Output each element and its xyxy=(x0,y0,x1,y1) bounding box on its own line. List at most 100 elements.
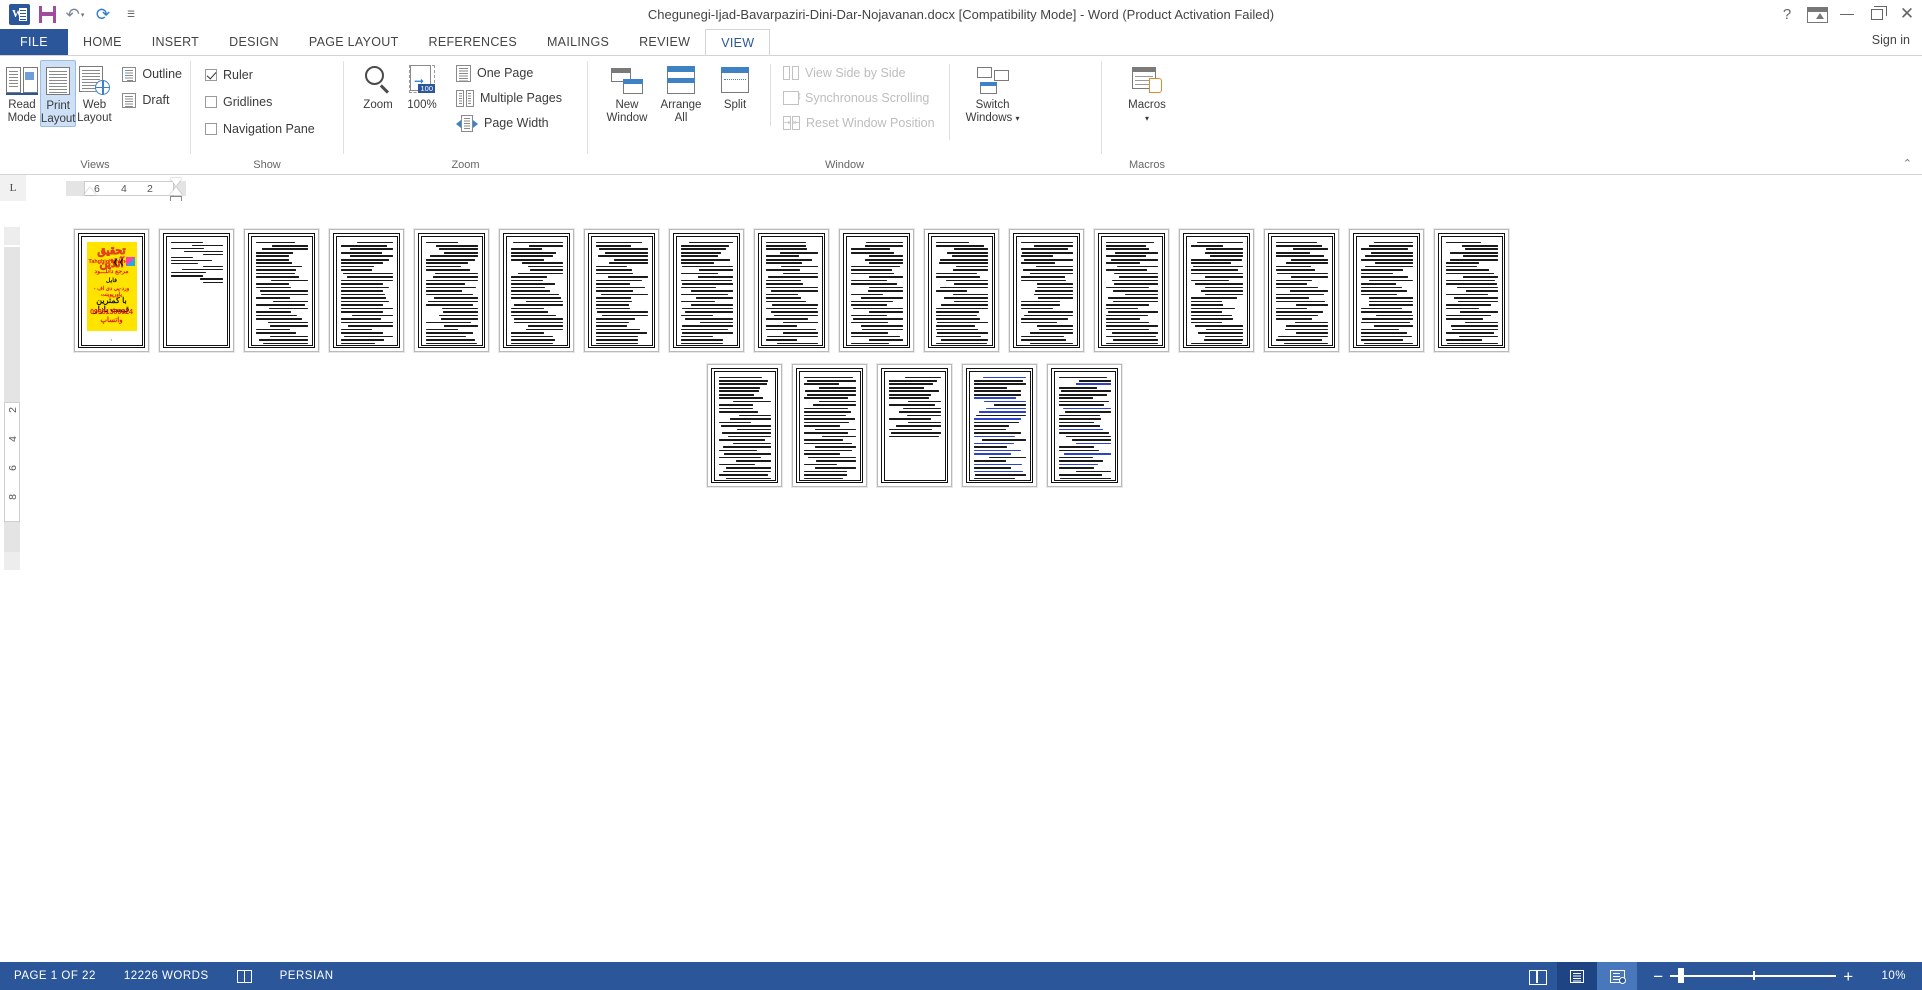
collapse-ribbon-button[interactable]: ⌃ xyxy=(1903,157,1912,170)
zoom-slider-thumb[interactable] xyxy=(1678,968,1685,984)
word-count-status[interactable]: 12226 WORDS xyxy=(110,962,223,990)
text-line xyxy=(973,390,1022,393)
redo-icon[interactable]: ⟳ xyxy=(89,2,117,28)
page-thumbnail[interactable] xyxy=(1179,229,1254,352)
page-thumbnail[interactable] xyxy=(839,229,914,352)
page-thumbnail[interactable] xyxy=(669,229,744,352)
text-line xyxy=(772,304,818,306)
navigation-pane-label: Navigation Pane xyxy=(223,122,315,136)
vruler-number-2: 2 xyxy=(7,407,19,413)
save-icon[interactable] xyxy=(33,2,61,28)
text-line xyxy=(850,335,900,338)
read-mode-button[interactable]: Read Mode xyxy=(4,60,40,125)
undo-icon[interactable]: ↶ ▾ xyxy=(61,2,89,28)
page-thumbnails: تحقیق آنلاین Tahghighonline.ir ❮❮ مرجع دانل… xyxy=(74,229,1914,499)
page-number-status[interactable]: PAGE 1 OF 22 xyxy=(0,962,110,990)
tab-view[interactable]: VIEW xyxy=(705,29,771,55)
text-line xyxy=(681,283,733,285)
tab-review[interactable]: REVIEW xyxy=(624,29,705,55)
gridlines-checkbox[interactable]: Gridlines xyxy=(201,91,276,113)
zoom-100-button[interactable]: ➞ 100 100% xyxy=(400,60,444,112)
zoom-level-label[interactable]: 10% xyxy=(1869,970,1922,982)
tab-file[interactable]: FILE xyxy=(0,29,68,55)
page-thumbnail[interactable] xyxy=(1009,229,1084,352)
document-canvas[interactable]: 2 4 6 8 تحقیق آنلاین Tahghighonline.ir ❮❮ م… xyxy=(0,201,1922,962)
tab-insert[interactable]: INSERT xyxy=(137,29,214,55)
tab-mailings[interactable]: MAILINGS xyxy=(532,29,624,55)
tab-design[interactable]: DESIGN xyxy=(214,29,294,55)
switch-windows-button[interactable]: Switch Windows ▾ xyxy=(958,60,1028,125)
tab-page-layout[interactable]: PAGE LAYOUT xyxy=(294,29,414,55)
text-line xyxy=(935,342,987,345)
text-line xyxy=(940,286,988,289)
first-line-indent-marker-icon[interactable] xyxy=(170,178,182,186)
macros-button[interactable]: Macros ▾ xyxy=(1116,60,1178,125)
hanging-indent-marker-icon[interactable] xyxy=(170,187,182,195)
zoom-button[interactable]: Zoom xyxy=(356,60,400,112)
proofing-errors-icon[interactable] xyxy=(223,962,266,990)
left-indent-marker-icon[interactable] xyxy=(84,187,96,195)
web-layout-view-button[interactable] xyxy=(1597,962,1638,990)
page-thumbnail[interactable]: تحقیق آنلاین Tahghighonline.ir ❮❮ مرجع دانل… xyxy=(74,229,149,352)
text-line xyxy=(1275,318,1312,320)
text-line xyxy=(985,407,1026,410)
page-thumbnail[interactable] xyxy=(1047,364,1122,487)
page-thumbnail[interactable] xyxy=(159,229,234,352)
text-line xyxy=(1190,297,1237,299)
outline-view-button[interactable]: Outline xyxy=(118,63,186,85)
sign-in-link[interactable]: Sign in xyxy=(1872,33,1910,47)
page-thumbnail[interactable] xyxy=(754,229,829,352)
print-layout-button[interactable]: Print Layout xyxy=(39,60,77,127)
text-line xyxy=(814,467,856,469)
zoom-out-button[interactable]: − xyxy=(1649,968,1667,985)
read-mode-view-button[interactable] xyxy=(1517,962,1557,990)
help-button[interactable]: ? xyxy=(1772,0,1802,29)
language-status[interactable]: PERSIAN xyxy=(266,962,348,990)
new-window-button[interactable]: New Window xyxy=(600,60,654,125)
minimize-button[interactable] xyxy=(1832,0,1862,29)
customize-qat-icon[interactable]: ☰ xyxy=(117,2,145,28)
text-line xyxy=(783,332,818,334)
page-thumbnail[interactable] xyxy=(1094,229,1169,352)
page-thumbnail[interactable] xyxy=(707,364,782,487)
macros-dropdown-caret-icon[interactable]: ▾ xyxy=(1145,112,1149,125)
page-thumbnail[interactable] xyxy=(962,364,1037,487)
text-line xyxy=(1060,390,1111,393)
zoom-slider-track[interactable] xyxy=(1670,968,1837,984)
text-line xyxy=(1036,283,1073,285)
page-thumbnail[interactable] xyxy=(792,364,867,487)
zoom-in-button[interactable]: + xyxy=(1839,968,1857,985)
print-layout-icon xyxy=(46,64,71,98)
navigation-pane-checkbox[interactable]: Navigation Pane xyxy=(201,118,319,140)
web-layout-button[interactable]: Web Layout xyxy=(76,60,112,125)
page-thumbnail[interactable] xyxy=(1264,229,1339,352)
tab-stop-selector[interactable]: L xyxy=(0,175,26,201)
page-thumbnail[interactable] xyxy=(1349,229,1424,352)
page-thumbnail[interactable] xyxy=(244,229,319,352)
text-line xyxy=(1058,428,1103,431)
horizontal-ruler[interactable]: 6 4 2 xyxy=(66,178,186,203)
page-thumbnail[interactable] xyxy=(499,229,574,352)
one-page-button[interactable]: One Page xyxy=(452,62,566,84)
multiple-pages-button[interactable]: Multiple Pages xyxy=(452,87,566,109)
tab-references[interactable]: REFERENCES xyxy=(414,29,532,55)
draft-view-button[interactable]: Draft xyxy=(118,89,186,111)
page-thumbnail[interactable] xyxy=(1434,229,1509,352)
text-line xyxy=(170,272,206,274)
close-button[interactable]: ✕ xyxy=(1892,0,1922,29)
vertical-ruler[interactable]: 2 4 6 8 xyxy=(4,227,22,962)
zoom-slider[interactable]: − + xyxy=(1637,962,1869,990)
ribbon-display-options-icon[interactable] xyxy=(1802,0,1832,29)
page-width-button[interactable]: Page Width xyxy=(452,112,566,134)
page-thumbnail[interactable] xyxy=(924,229,999,352)
split-button[interactable]: Split xyxy=(708,60,762,112)
page-thumbnail[interactable] xyxy=(329,229,404,352)
print-layout-view-button[interactable] xyxy=(1557,962,1598,990)
arrange-all-button[interactable]: Arrange All xyxy=(654,60,708,125)
page-thumbnail[interactable] xyxy=(877,364,952,487)
page-thumbnail[interactable] xyxy=(414,229,489,352)
page-thumbnail[interactable] xyxy=(584,229,659,352)
ruler-checkbox[interactable]: Ruler xyxy=(201,64,257,86)
restore-button[interactable] xyxy=(1862,0,1892,29)
tab-home[interactable]: HOME xyxy=(68,29,137,55)
